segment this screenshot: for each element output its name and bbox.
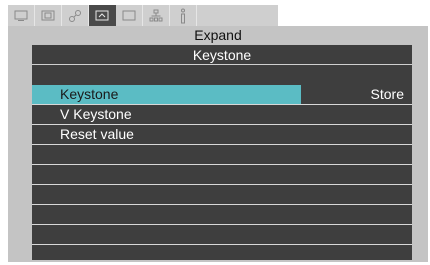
keystone-menu: Keystone Keystone Store V Keystone Reset… (32, 45, 412, 260)
tab-screen[interactable] (116, 5, 143, 26)
screen-icon (122, 10, 136, 20)
tab-info[interactable] (170, 5, 197, 26)
menu-item-empty (32, 205, 412, 225)
picture-icon (14, 10, 28, 21)
tab-network[interactable] (143, 5, 170, 26)
menu-item-label: Keystone (60, 86, 119, 102)
menu-item-empty (32, 165, 412, 185)
menu-item-empty (32, 225, 412, 245)
menu-item-label: V Keystone (60, 106, 132, 122)
page-title: Expand (194, 27, 242, 43)
menu-item-empty (32, 245, 412, 260)
tab-picture[interactable] (8, 5, 35, 26)
expand-icon (95, 10, 109, 20)
tab-bar (8, 5, 278, 26)
settings-panel: Expand Keystone Keystone Store V Keyston… (8, 26, 428, 262)
menu-item-empty (32, 185, 412, 205)
color-settings-icon (69, 9, 81, 22)
info-icon (181, 8, 185, 23)
menu-header: Keystone (32, 45, 412, 65)
tab-expand[interactable] (89, 5, 116, 26)
network-icon (149, 9, 163, 21)
tab-display[interactable] (35, 5, 62, 26)
menu-item-value: Store (370, 86, 404, 102)
menu-item-reset-value[interactable]: Reset value (32, 125, 412, 145)
menu-item-empty (32, 145, 412, 165)
menu-item-label: Reset value (60, 126, 134, 142)
menu-item-keystone[interactable]: Keystone Store (32, 85, 412, 105)
menu-item-v-keystone[interactable]: V Keystone (32, 105, 412, 125)
tab-color-settings[interactable] (62, 5, 89, 26)
display-icon (41, 10, 55, 20)
